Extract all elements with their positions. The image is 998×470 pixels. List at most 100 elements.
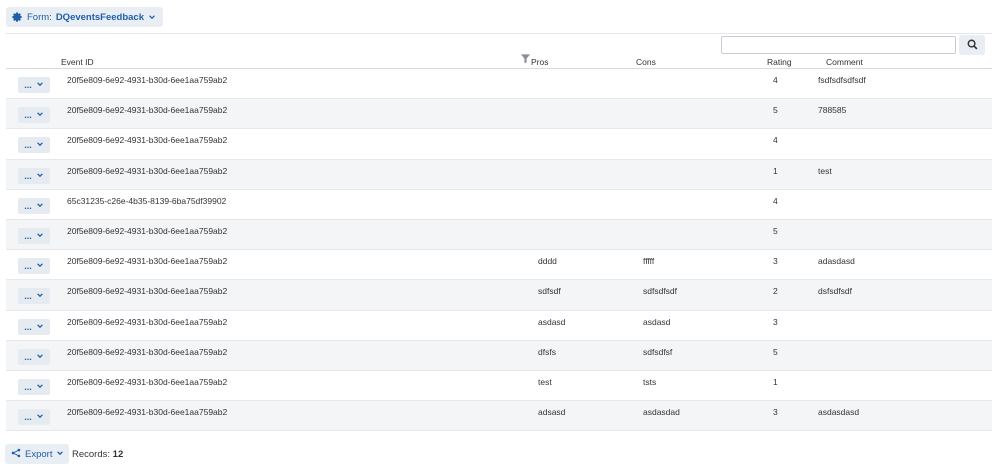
cell-pros: dddd <box>538 256 557 267</box>
toolbar-divider <box>6 33 992 34</box>
chevron-down-icon <box>36 352 44 362</box>
table-row[interactable]: ... 20f5e809-6e92-4931-b30d-6ee1aa759ab2 s… <box>6 280 992 311</box>
row-actions-button[interactable]: ... <box>18 409 50 426</box>
records-value: 12 <box>112 449 124 460</box>
cell-rating: 1 <box>773 165 778 176</box>
column-header-event-id[interactable]: Event ID <box>61 57 94 67</box>
cell-event-id: 20f5e809-6e92-4931-b30d-6ee1aa759ab2 <box>67 75 228 85</box>
row-actions-label: ... <box>24 351 32 362</box>
chevron-down-icon <box>36 291 44 301</box>
table-row[interactable]: ... 20f5e809-6e92-4931-b30d-6ee1aa759ab2 d… <box>6 250 992 281</box>
cell-pros: asdasd <box>538 316 566 327</box>
cell-comment: asdasdasd <box>818 407 860 418</box>
row-actions-button[interactable]: ... <box>18 77 50 93</box>
cell-comment: test <box>818 165 832 176</box>
table-row[interactable]: ... 20f5e809-6e92-4931-b30d-6ee1aa759ab2 a… <box>6 311 992 341</box>
cell-event-id: 20f5e809-6e92-4931-b30d-6ee1aa759ab2 <box>67 256 228 267</box>
row-actions-button[interactable]: ... <box>18 137 50 154</box>
form-name: DQeventsFeedback <box>55 11 144 23</box>
filter-icon[interactable] <box>520 53 531 66</box>
row-actions-label: ... <box>24 291 32 302</box>
search-button[interactable] <box>959 35 985 55</box>
table-row[interactable]: ... 20f5e809-6e92-4931-b30d-6ee1aa759ab2 5… <box>6 99 992 130</box>
row-actions-label: ... <box>24 170 32 181</box>
cell-rating: 4 <box>773 135 778 146</box>
table-row[interactable]: ... 20f5e809-6e92-4931-b30d-6ee1aa759ab2 t… <box>6 371 992 402</box>
search-input[interactable] <box>721 36 956 54</box>
row-actions-label: ... <box>24 110 32 121</box>
row-actions-button[interactable]: ... <box>18 258 50 275</box>
export-label: Export <box>25 448 53 460</box>
cell-cons: asdasdad <box>643 407 680 418</box>
cell-comment: adasdasd <box>818 256 855 267</box>
row-actions-label: ... <box>24 412 32 423</box>
cell-rating: 3 <box>773 407 778 418</box>
cell-event-id: 20f5e809-6e92-4931-b30d-6ee1aa759ab2 <box>67 286 228 297</box>
row-actions-label: ... <box>24 140 32 151</box>
cell-comment: 788585 <box>818 105 847 116</box>
cell-rating: 3 <box>773 256 778 267</box>
cell-rating: 4 <box>773 195 778 206</box>
column-header-comment[interactable]: Comment <box>826 57 863 67</box>
chevron-down-icon <box>36 231 44 241</box>
row-actions-label: ... <box>24 321 32 332</box>
column-header-rating[interactable]: Rating <box>767 57 792 67</box>
export-button[interactable]: Export <box>5 444 70 464</box>
cell-rating: 5 <box>773 346 778 357</box>
cell-rating: 5 <box>773 105 778 116</box>
gear-icon <box>12 11 23 23</box>
cell-cons: asdasd <box>643 316 671 327</box>
column-header-cons[interactable]: Cons <box>636 57 656 67</box>
cell-cons: fffff <box>643 256 655 267</box>
cell-rating: 1 <box>773 376 778 387</box>
cell-comment: dsfsdfsdf <box>818 286 853 297</box>
records-count: Records: 12 <box>72 449 123 460</box>
table-row[interactable]: ... 20f5e809-6e92-4931-b30d-6ee1aa759ab2 1… <box>6 159 992 190</box>
chevron-down-icon <box>36 171 44 181</box>
cell-event-id: 20f5e809-6e92-4931-b30d-6ee1aa759ab2 <box>67 316 228 327</box>
table-row[interactable]: ... 20f5e809-6e92-4931-b30d-6ee1aa759ab2 d… <box>6 340 992 371</box>
cell-comment: fsdfsdfsdfsdf <box>818 75 866 85</box>
cell-event-id: 20f5e809-6e92-4931-b30d-6ee1aa759ab2 <box>67 407 228 418</box>
row-actions-label: ... <box>24 80 32 90</box>
row-actions-button[interactable]: ... <box>18 107 50 124</box>
table-row[interactable]: ... 20f5e809-6e92-4931-b30d-6ee1aa759ab2 4… <box>6 69 992 100</box>
cell-pros: test <box>538 376 552 387</box>
cell-rating: 5 <box>773 225 778 236</box>
row-actions-label: ... <box>24 200 32 211</box>
row-actions-button[interactable]: ... <box>18 318 50 335</box>
cell-event-id: 20f5e809-6e92-4931-b30d-6ee1aa759ab2 <box>67 165 228 176</box>
chevron-down-icon <box>36 201 44 211</box>
row-actions-button[interactable]: ... <box>18 378 50 395</box>
cell-pros: adsasd <box>538 407 566 418</box>
row-actions-button[interactable]: ... <box>18 197 50 214</box>
row-actions-label: ... <box>24 230 32 241</box>
chevron-down-icon <box>36 261 44 271</box>
table-row[interactable]: ... 20f5e809-6e92-4931-b30d-6ee1aa759ab2 5 <box>6 219 992 251</box>
cell-event-id: 20f5e809-6e92-4931-b30d-6ee1aa759ab2 <box>67 225 228 236</box>
table-row[interactable]: ... 20f5e809-6e92-4931-b30d-6ee1aa759ab2 a… <box>6 401 992 432</box>
search-icon <box>967 39 978 52</box>
cell-cons: sdfsdfsf <box>643 346 673 357</box>
chevron-down-icon <box>36 140 44 150</box>
form-prefix: Form: <box>27 11 52 23</box>
cell-event-id: 20f5e809-6e92-4931-b30d-6ee1aa759ab2 <box>67 105 228 116</box>
cell-rating: 4 <box>773 75 778 85</box>
chevron-down-icon <box>36 80 44 90</box>
chevron-down-icon <box>56 449 64 460</box>
table-row[interactable]: ... 20f5e809-6e92-4931-b30d-6ee1aa759ab2 4 <box>6 129 992 160</box>
row-actions-button[interactable]: ... <box>18 167 50 184</box>
chevron-down-icon <box>36 412 44 422</box>
cell-rating: 3 <box>773 316 778 327</box>
column-header-pros[interactable]: Pros <box>531 57 548 67</box>
form-selector-button[interactable]: Form: DQeventsFeedback <box>6 7 163 27</box>
cell-event-id: 20f5e809-6e92-4931-b30d-6ee1aa759ab2 <box>67 135 228 146</box>
records-table: ... 20f5e809-6e92-4931-b30d-6ee1aa759ab2 4… <box>6 69 992 432</box>
row-actions-button[interactable]: ... <box>18 348 50 365</box>
records-label: Records: <box>72 449 111 460</box>
share-icon <box>11 448 21 461</box>
row-actions-button[interactable]: ... <box>18 227 50 244</box>
table-row[interactable]: ... 65c31235-c26e-4b35-8139-6ba75df39902 4 <box>6 190 992 220</box>
row-actions-button[interactable]: ... <box>18 288 50 305</box>
cell-event-id: 65c31235-c26e-4b35-8139-6ba75df39902 <box>67 195 227 206</box>
